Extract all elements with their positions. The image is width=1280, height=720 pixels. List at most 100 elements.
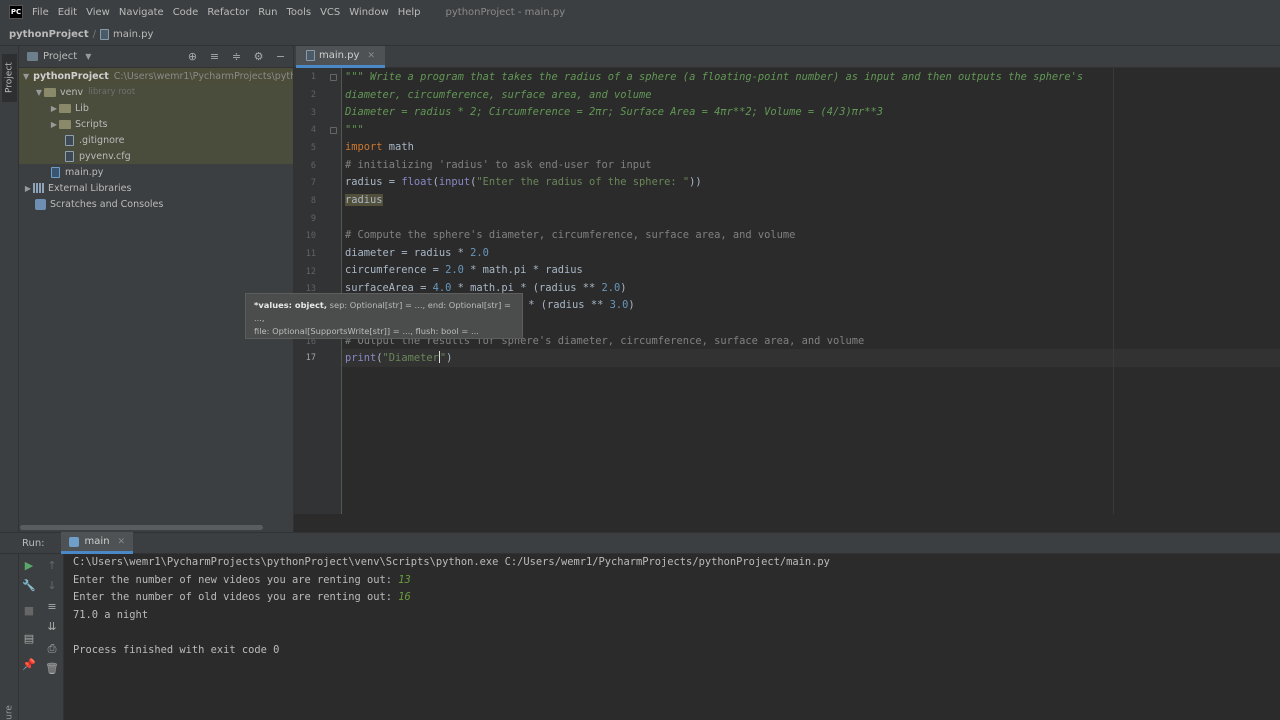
tooltip-text: file: Optional[SupportsWrite[str]] = ...… <box>254 326 479 336</box>
rerun-icon[interactable]: ▶ <box>22 559 36 573</box>
project-panel-header: Project ▼ ⊕ ≡ ≑ ⚙ − <box>19 46 293 68</box>
stop-icon[interactable]: ■ <box>22 604 36 618</box>
structure-tool-window-button[interactable]: Structure <box>2 698 17 720</box>
tree-item-scratches[interactable]: Scratches and Consoles <box>19 196 293 212</box>
console-prompt: Enter the number of new videos you are r… <box>73 574 399 586</box>
console-exit-line: Process finished with exit code 0 <box>73 644 280 656</box>
code-line-5: import math <box>345 138 414 156</box>
python-file-icon <box>100 29 109 40</box>
menu-help[interactable]: Help <box>398 7 421 18</box>
chevron-down-icon[interactable]: ▼ <box>34 88 44 97</box>
chevron-right-icon[interactable]: ▶ <box>23 184 33 193</box>
line-number: 2 <box>310 90 316 100</box>
scroll-down-icon[interactable]: ↓ <box>45 579 59 593</box>
chevron-down-icon[interactable]: ▼ <box>85 52 91 61</box>
code-line-12: circumference = 2.0 * math.pi * radius <box>345 261 583 279</box>
wrench-icon[interactable]: 🔧 <box>22 579 36 593</box>
menu-file[interactable]: File <box>32 7 49 18</box>
run-tab-main[interactable]: main ✕ <box>60 532 134 554</box>
tree-item-label: pythonProject <box>33 70 109 82</box>
breadcrumb-separator: / <box>92 29 96 40</box>
code-token: 2.0 <box>601 282 621 294</box>
code-line-10: # Compute the sphere's diameter, circumf… <box>345 229 796 241</box>
console-prompt: Enter the number of old videos you are r… <box>73 591 399 603</box>
project-panel: Project ▼ ⊕ ≡ ≑ ⚙ − ▼ pythonProject C:\U… <box>19 46 294 532</box>
chevron-right-icon[interactable]: ▶ <box>49 104 59 113</box>
line-number: 3 <box>310 108 316 118</box>
menu-refactor[interactable]: Refactor <box>207 7 249 18</box>
menu-edit[interactable]: Edit <box>58 7 77 18</box>
layout-icon[interactable]: ▤ <box>22 632 36 646</box>
parameter-info-tooltip: *values: object, sep: Optional[str] = ..… <box>245 293 523 339</box>
breadcrumb-file[interactable]: main.py <box>113 29 153 40</box>
chevron-down-icon[interactable]: ▼ <box>23 72 29 81</box>
menu-vcs[interactable]: VCS <box>320 7 340 18</box>
code-token: ) <box>620 282 627 294</box>
project-tool-window-button[interactable]: Project <box>2 54 17 102</box>
left-tool-strip: Project Structure <box>0 46 19 720</box>
tree-item-label: main.py <box>65 166 104 178</box>
folder-icon <box>59 103 71 113</box>
code-token: float <box>401 176 433 188</box>
line-number: 10 <box>305 231 316 241</box>
pin-icon[interactable]: 📌 <box>22 658 36 672</box>
chevron-right-icon[interactable]: ▶ <box>49 120 59 129</box>
tree-item-gitignore[interactable]: .gitignore <box>19 132 293 148</box>
tab-main-py[interactable]: main.py ✕ <box>296 46 385 68</box>
breadcrumb-project[interactable]: pythonProject <box>9 29 89 40</box>
tab-label: main.py <box>319 50 360 61</box>
console-result-line: 71.0 a night <box>73 609 149 621</box>
run-panel-label: Run: <box>22 537 45 549</box>
code-line-7: radius = float(input("Enter the radius o… <box>345 173 702 191</box>
python-file-icon <box>51 166 60 178</box>
line-number: 6 <box>310 161 316 171</box>
print-icon[interactable]: ⎙ <box>45 642 59 656</box>
tree-item-venv[interactable]: ▼ venv library root <box>19 84 293 100</box>
tree-item-pyvenv-cfg[interactable]: pyvenv.cfg <box>19 148 293 164</box>
menu-code[interactable]: Code <box>173 7 199 18</box>
tree-item-scripts[interactable]: ▶ Scripts <box>19 116 293 132</box>
fold-marker-icon[interactable] <box>330 74 337 81</box>
scroll-to-end-icon[interactable]: ⇊ <box>45 620 59 634</box>
gear-icon[interactable]: ⚙ <box>252 50 265 63</box>
code-token: radius <box>345 194 383 206</box>
expand-all-icon[interactable]: ≡ <box>208 50 221 63</box>
fold-marker-icon[interactable] <box>330 127 337 134</box>
folder-icon <box>44 87 56 97</box>
tree-item-lib[interactable]: ▶ Lib <box>19 100 293 116</box>
menu-run[interactable]: Run <box>258 7 277 18</box>
code-token: "Enter the radius of the sphere: " <box>476 176 690 188</box>
close-icon[interactable]: ✕ <box>118 537 126 547</box>
project-horizontal-scrollbar[interactable] <box>20 525 263 530</box>
pycharm-logo-icon: PC <box>9 5 23 19</box>
console-user-input: 16 <box>398 591 411 603</box>
hide-icon[interactable]: − <box>274 50 287 63</box>
code-token: diameter = radius * <box>345 247 471 259</box>
menu-view[interactable]: View <box>86 7 110 18</box>
code-token: input <box>438 176 471 188</box>
soft-wrap-icon[interactable]: ≡ <box>45 600 59 614</box>
code-token: import <box>345 141 383 153</box>
code-line-17: print("Diameter") <box>345 349 452 367</box>
run-panel-header: Run: main ✕ <box>0 532 1280 554</box>
menu-navigate[interactable]: Navigate <box>119 7 164 18</box>
tree-item-external-libraries[interactable]: ▶ External Libraries <box>19 180 293 196</box>
scroll-up-icon[interactable]: ↑ <box>45 559 59 573</box>
trash-icon[interactable]: 🗑 <box>45 662 59 676</box>
locate-icon[interactable]: ⊕ <box>186 50 199 63</box>
menu-tools[interactable]: Tools <box>286 7 311 18</box>
collapse-all-icon[interactable]: ≑ <box>230 50 243 63</box>
project-view-selector[interactable]: Project <box>43 51 77 62</box>
tree-item-main-py[interactable]: main.py <box>19 164 293 180</box>
python-icon <box>68 536 79 547</box>
close-icon[interactable]: ✕ <box>367 51 375 61</box>
code-token: ) <box>628 299 635 311</box>
library-icon <box>33 183 44 193</box>
code-line-11: diameter = radius * 2.0 <box>345 244 489 262</box>
tree-item-pythonproject[interactable]: ▼ pythonProject C:\Users\wemr1\PycharmPr… <box>19 68 293 84</box>
code-line-2: diameter, circumference, surface area, a… <box>345 89 652 101</box>
menu-window[interactable]: Window <box>349 7 388 18</box>
tree-item-label: Scratches and Consoles <box>50 198 164 210</box>
line-number: 8 <box>310 196 316 206</box>
menu-bar: PC File Edit View Navigate Code Refactor… <box>0 0 1280 24</box>
